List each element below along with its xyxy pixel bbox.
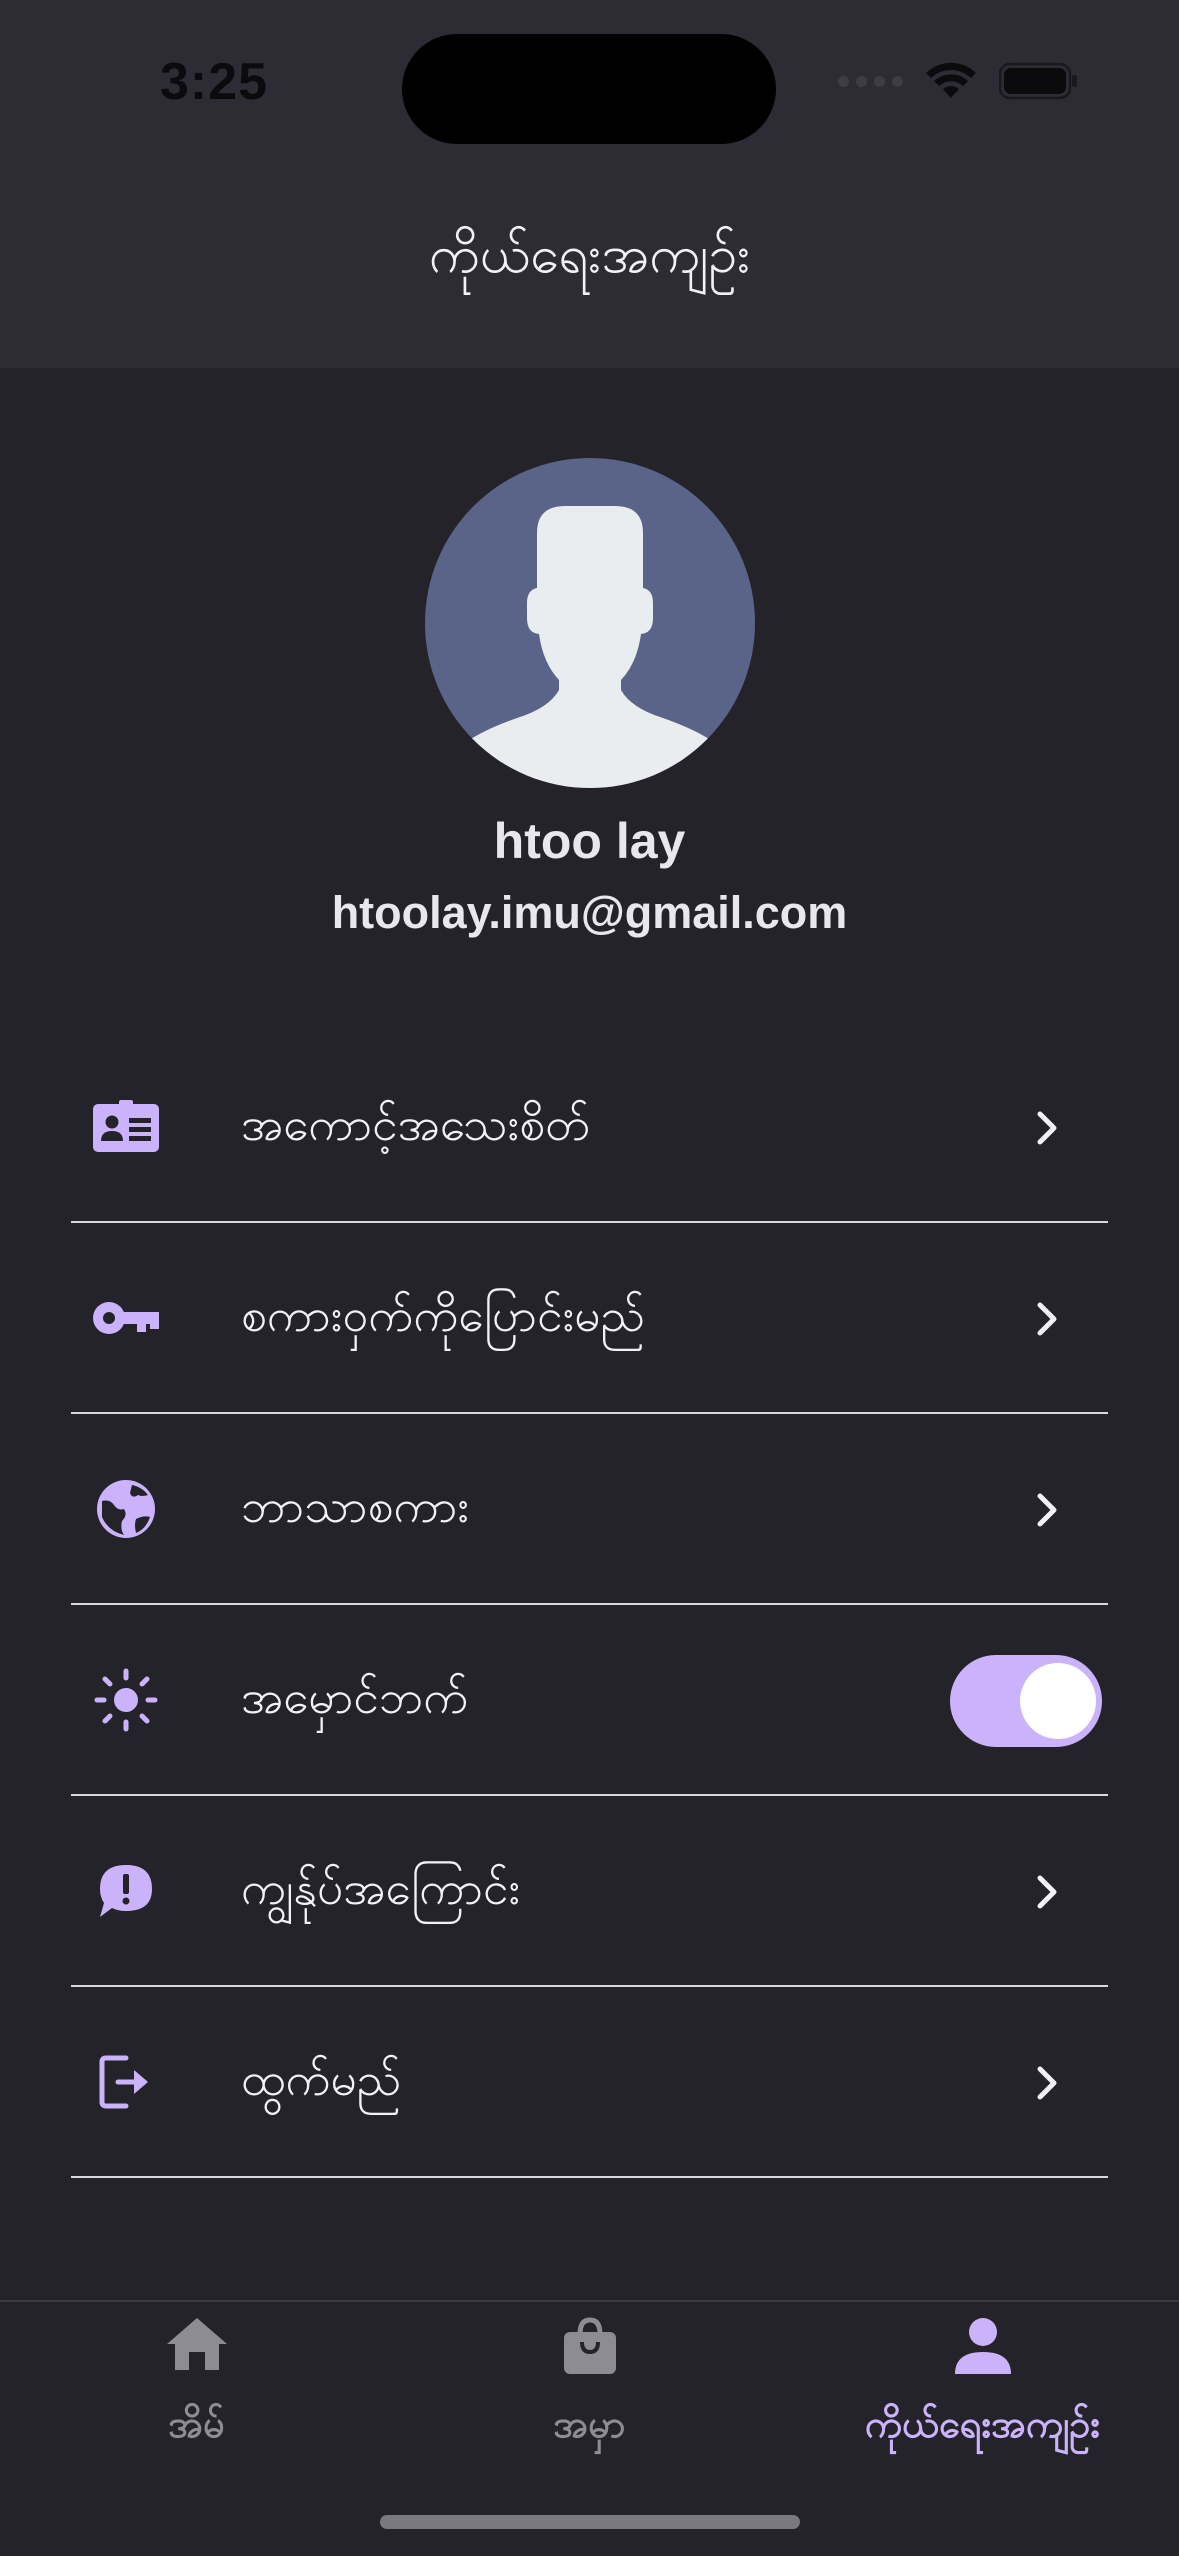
status-icons	[838, 62, 1079, 100]
menu-item-label: အကောင့်အသေးစိတ်	[241, 1097, 590, 1151]
nav-item-label: ကိုယ်ရေးအကျဉ်း	[865, 2402, 1100, 2446]
nav-item-home[interactable]: အိမ်	[0, 2302, 393, 2502]
chevron-right-icon	[1037, 1875, 1057, 1909]
nav-item-orders[interactable]: အမှာ	[393, 2302, 786, 2502]
profile-name: htoo lay	[493, 813, 686, 869]
home-indicator	[380, 2515, 800, 2529]
status-time: 3:25	[160, 53, 269, 111]
id-card-icon	[91, 1092, 161, 1162]
menu-item-dark-mode: အမှောင်ဘက်	[71, 1605, 1108, 1796]
menu-item-about[interactable]: ကျွန်ုပ်အကြောင်း	[71, 1796, 1108, 1987]
menu-item-label: ဘာသာစကား	[241, 1479, 470, 1533]
profile-email: htoolay.imu@gmail.com	[331, 887, 848, 938]
menu-item-logout[interactable]: ထွက်မည်	[71, 1987, 1108, 2178]
settings-menu: အကောင့်အသေးစိတ် စကားဝှက်ကိုပြောင်းမည် ဘာ…	[71, 1032, 1108, 2178]
page-title: ကိုယ်ရေးအကျဉ်း	[428, 225, 751, 285]
nav-item-profile[interactable]: ကိုယ်ရေးအကျဉ်း	[786, 2302, 1179, 2502]
chevron-right-icon	[1037, 1111, 1057, 1145]
menu-item-account-details[interactable]: အကောင့်အသေးစိတ်	[71, 1032, 1108, 1223]
nav-item-label: အမှာ	[553, 2402, 626, 2446]
menu-item-change-password[interactable]: စကားဝှက်ကိုပြောင်းမည်	[71, 1223, 1108, 1414]
person-icon	[786, 2316, 1179, 2376]
menu-item-label: ထွက်မည်	[241, 2052, 402, 2106]
chevron-right-icon	[1037, 1493, 1057, 1527]
logout-icon	[91, 2047, 161, 2117]
dark-mode-toggle[interactable]	[950, 1655, 1102, 1747]
chevron-right-icon	[1037, 1302, 1057, 1336]
key-icon	[91, 1283, 161, 1353]
avatar	[425, 458, 755, 788]
menu-item-language[interactable]: ဘာသာစကား	[71, 1414, 1108, 1605]
brightness-icon	[91, 1665, 161, 1735]
menu-item-label: ကျွန်ုပ်အကြောင်း	[241, 1861, 521, 1915]
battery-icon	[999, 62, 1079, 100]
shopping-bag-icon	[393, 2316, 786, 2376]
cellular-signal-icon	[838, 75, 903, 87]
nav-item-label: အိမ်	[168, 2402, 225, 2446]
app-bar: 3:25 ကိုယ်ရေးအကျဉ်း	[0, 0, 1179, 368]
toggle-knob	[1020, 1663, 1096, 1739]
dynamic-island	[402, 34, 776, 144]
globe-icon	[91, 1474, 161, 1544]
menu-item-label: စကားဝှက်ကိုပြောင်းမည်	[241, 1288, 646, 1342]
default-avatar-icon	[465, 506, 715, 788]
chevron-right-icon	[1037, 2066, 1057, 2100]
menu-item-label: အမှောင်ဘက်	[241, 1670, 469, 1724]
feedback-icon	[91, 1856, 161, 1926]
home-icon	[0, 2316, 393, 2372]
wifi-icon	[925, 62, 977, 100]
profile-screen: 3:25 ကိုယ်ရေးအကျဉ်း htoo lay htoolay.imu…	[0, 0, 1179, 2556]
